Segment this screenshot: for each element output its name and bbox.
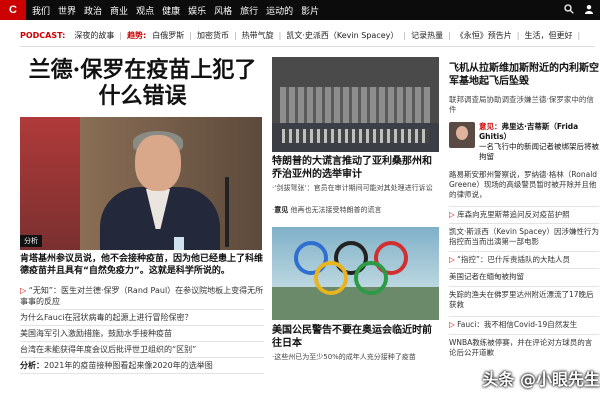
subnav-item[interactable]: 生活，但更好 (524, 30, 572, 41)
nav-items: 我们 世界 政治 商业 观点 健康 娱乐 风格 旅行 运动的 影片 (28, 0, 323, 20)
link-text[interactable]: 为什么Fauci在冠状病毒的起源上进行冒险保密？ (20, 313, 192, 322)
subnav-item[interactable]: 白俄罗斯 (152, 30, 184, 41)
nav-item-1[interactable]: 世界 (58, 4, 76, 17)
olympics-headline[interactable]: 美国公民警告不要在奥运会临近时前往日本 (272, 324, 440, 350)
subnav-item[interactable]: 加密货币 (197, 30, 229, 41)
subnav-item[interactable]: 凯文·史派西（Kevin Spacey） (286, 30, 398, 41)
subnav-item[interactable]: 《永恒》预告片 (456, 30, 512, 41)
podcast-label[interactable]: PODCAST: (20, 31, 65, 40)
nav-item-7[interactable]: 风格 (214, 4, 232, 17)
nav-item-0[interactable]: 我们 (32, 4, 50, 17)
watermark: 头条 @小眼先生 (482, 370, 600, 389)
nav-item-6[interactable]: 娱乐 (188, 4, 206, 17)
list-item[interactable]: 路易斯安那州警察说，罗纳德·格林（Ronald Greene）现场的高级警员暂时… (449, 170, 599, 200)
play-icon: ▷ (449, 210, 455, 219)
crash-headline[interactable]: 飞机从拉斯维加斯附近的内利斯空军基地起飞后坠毁 (449, 62, 599, 88)
subnav-item[interactable]: 热带气旋 (242, 30, 274, 41)
opinion-label: 意见 (274, 206, 289, 214)
list-item[interactable]: WNBA教练被停赛，并在评论对方球员的言论后公开道歉 (449, 338, 599, 358)
related-text[interactable]: ‘剑拔弩张’：官员在审计期间可能对其处理进行诉讼 (274, 184, 432, 192)
trending-label: 趋势: (127, 30, 147, 40)
list-item[interactable]: 失踪的渔夫在佛罗里达州附近漂流了17晚后获救 (449, 290, 599, 310)
lead-photo[interactable]: 分析 (20, 117, 262, 250)
divider (20, 46, 595, 47)
opinion-text[interactable]: 他再也无法接受特朗普的谎言 (290, 206, 381, 214)
list-item[interactable]: 凯文·斯派西（Kevin Spacey）因涉嫌性行为指控而当而出演第一部电影 (449, 227, 599, 247)
opinion-card[interactable]: 意见：弗里达·吉蒂斯（Frida Ghitis） 一名飞行中的新闻记者被绑架后将被… (449, 122, 599, 161)
search-icon[interactable] (564, 3, 574, 17)
olympic-rings-photo[interactable] (272, 227, 439, 320)
list-item[interactable]: ▷ 库森向克里斯蒂追问反对疫苗护照 (449, 210, 599, 220)
opinion-text[interactable]: 一名飞行中的新闻记者被绑架后将被拘留 (479, 142, 599, 161)
link-text[interactable]: 2021年的疫苗接种图看起来像2020年的选举图 (44, 361, 213, 370)
related-text[interactable]: 这些州已为至少50%的成年人充分接种了疫苗 (274, 353, 416, 361)
nav-item-5[interactable]: 健康 (162, 4, 180, 17)
nav-item-3[interactable]: 商业 (110, 4, 128, 17)
list-item[interactable]: ▷ Fauci：我不相信Covid-19自然发生 (449, 320, 599, 330)
nav-item-8[interactable]: 旅行 (240, 4, 258, 17)
play-icon: ▷ (20, 286, 27, 295)
sub-nav: PODCAST: 深夜的故事 | 趋势: 白俄罗斯 | 加密货币 | 热带气旋 | 凯文… (20, 30, 581, 41)
subnav-item[interactable]: 深夜的故事 (74, 30, 114, 41)
site-logo[interactable]: C (0, 0, 26, 20)
audit-related[interactable]: ·‘剑拔弩张’：官员在审计期间可能对其处理进行诉讼 (272, 183, 440, 193)
nav-item-2[interactable]: 政治 (84, 4, 102, 17)
right-link[interactable]: 联邦调查局协助调查涉嫌兰德·保罗家中的信件 (449, 95, 599, 115)
opinion-link[interactable]: ·意见 他再也无法接受特朗普的谎言 (272, 205, 440, 215)
list-item[interactable]: 为什么Fauci在冠状病毒的起源上进行冒险保密？ (20, 310, 264, 326)
list-item[interactable]: 台湾在未能获得年度会议后批评世卫组织的“区别” (20, 342, 264, 358)
top-nav: C 我们 世界 政治 商业 观点 健康 娱乐 风格 旅行 运动的 影片 (0, 0, 600, 20)
lead-headline[interactable]: 兰德·保罗在疫苗上犯了什么错误 (20, 57, 265, 109)
list-item[interactable]: ▷ “无知”：医生对兰德·保罗（Rand Paul）在参议院地板上变得无所事事的… (20, 283, 264, 310)
audit-headline[interactable]: 特朗普的大谎言推动了亚利桑那州和乔治亚州的选举审计 (272, 155, 440, 181)
link-label: 分析： (20, 361, 44, 370)
lead-links: ▷ “无知”：医生对兰德·保罗（Rand Paul）在参议院地板上变得无所事事的… (20, 283, 264, 374)
list-item[interactable]: 美国记者在缅甸被拘留 (449, 272, 599, 282)
audit-photo[interactable] (272, 57, 439, 152)
nav-item-10[interactable]: 影片 (301, 4, 319, 17)
opinion-label: 意见： (479, 122, 502, 131)
olympics-related[interactable]: ·这些州已为至少50%的成年人充分接种了疫苗 (272, 352, 440, 362)
nav-item-9[interactable]: 运动的 (266, 4, 293, 17)
avatar (449, 122, 475, 148)
list-item[interactable]: ▷ “指控”：巴什斥责插队的大陆人员 (449, 255, 599, 265)
play-icon: ▷ (449, 320, 455, 329)
subnav-item[interactable]: 记录热量 (411, 30, 443, 41)
user-icon[interactable] (584, 4, 594, 17)
lead-caption[interactable]: 肯塔基州参议员说，他不会接种疫苗，因为他已经患上了科维德疫苗并且具有“自然免疫力… (20, 253, 264, 277)
nav-item-4[interactable]: 观点 (136, 4, 154, 17)
link-text[interactable]: 台湾在未能获得年度会议后批评世卫组织的“区别” (20, 345, 196, 354)
link-text[interactable]: “无知”：医生对兰德·保罗（Rand Paul）在参议院地板上变得无所事事的反应 (20, 286, 263, 306)
play-icon: ▷ (449, 255, 455, 264)
link-text[interactable]: 美国海军引入激励措施，鼓励水手接种疫苗 (20, 329, 172, 338)
list-item[interactable]: 美国海军引入激励措施，鼓励水手接种疫苗 (20, 326, 264, 342)
list-item[interactable]: 分析：2021年的疫苗接种图看起来像2020年的选举图 (20, 358, 264, 374)
analysis-tag: 分析 (20, 235, 42, 247)
